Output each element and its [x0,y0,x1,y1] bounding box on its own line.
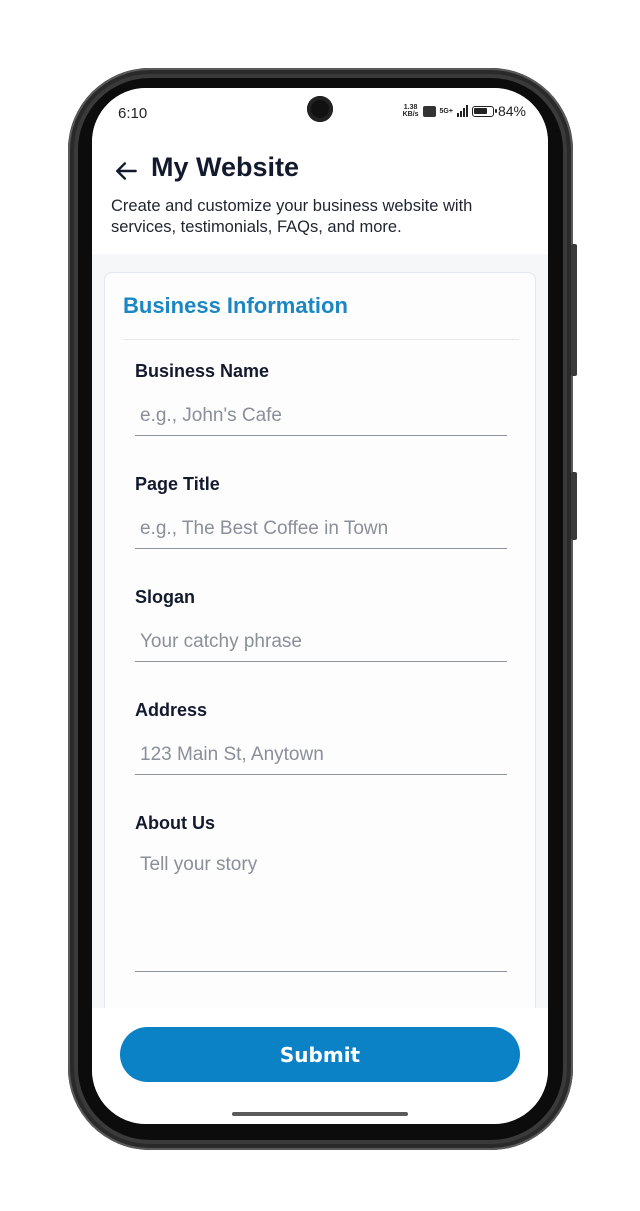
arrow-left-icon[interactable] [114,158,140,184]
network-speed: 1.38 KB/s [402,104,419,118]
status-icons: 1.38 KB/s 5G+ 84% [403,103,526,119]
business-name-field: Business Name [135,361,507,436]
page-title: My Website [151,152,300,182]
field-label: Business Name [135,361,270,381]
section-divider [123,339,519,340]
page-description: Create and customize your business websi… [111,197,473,236]
business-info-card: Business Information Business Name Page … [104,272,536,1072]
slogan-field: Slogan [135,587,507,662]
about-us-textarea[interactable] [135,848,507,972]
home-indicator[interactable] [232,1112,408,1116]
field-label: Address [135,700,208,720]
front-camera [307,96,333,122]
submit-button[interactable]: Submit [120,1027,520,1082]
signal-icon [456,105,468,117]
battery-percent: 84% [497,103,526,119]
volte-icon [422,105,436,117]
page-title-field: Page Title [135,474,507,549]
business-name-input[interactable] [135,396,507,436]
field-label: Page Title [135,474,220,494]
field-label: Slogan [135,587,196,607]
address-field: Address [135,700,507,775]
about-us-field: About Us [135,813,507,972]
section-title: Business Information [123,293,348,318]
status-bar: 6:10 1.38 KB/s 5G+ 84% [92,88,548,138]
app-screen: 6:10 1.38 KB/s 5G+ 84% My Website Create… [92,88,548,1124]
address-input[interactable] [135,735,507,775]
page-footer: Submit [92,1008,548,1124]
page-title-input[interactable] [135,509,507,549]
slogan-input[interactable] [135,622,507,662]
volume-button [571,244,577,376]
field-label: About Us [135,813,215,833]
status-time: 6:10 [118,105,148,122]
page-header: My Website Create and customize your bus… [92,138,548,254]
network-type: 5G+ [439,107,453,115]
battery-level [473,107,487,114]
power-button [571,472,577,540]
battery-icon [471,105,497,117]
